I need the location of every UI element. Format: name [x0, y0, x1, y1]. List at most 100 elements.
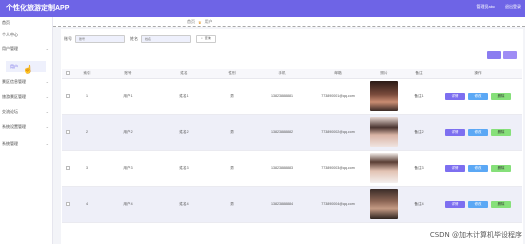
breadcrumb-home[interactable]: 首页: [187, 19, 195, 25]
cell-phone: 13823888882: [252, 114, 312, 151]
row-select-cell: [62, 114, 74, 151]
top-bar: 个性化旅游定制APP 管理员abc 退出登录: [0, 0, 525, 17]
table-row: 3 用户3 姓名3 男 13823888883 773890003@qq.com…: [62, 150, 522, 187]
edit-button[interactable]: 修改: [468, 92, 488, 100]
breadcrumb: 首页 ♛ 用户: [187, 19, 213, 25]
cell-index: 2: [74, 114, 100, 151]
cell-account: 用户3: [100, 150, 156, 187]
account-search-input[interactable]: [75, 34, 125, 43]
row-select-cell: [62, 186, 74, 223]
table-row: 2 用户2 姓名2 男 13823888882 773890002@qq.com…: [62, 114, 522, 151]
detail-button[interactable]: 详情: [445, 200, 465, 208]
table-row: 4 用户4 姓名4 男 13823888884 773890004@qq.com…: [62, 186, 522, 223]
cell-email: 773890003@qq.com: [312, 150, 364, 187]
cell-gender: 男: [212, 150, 252, 187]
chevron-down-icon: ⌄: [45, 94, 49, 99]
detail-button[interactable]: 详情: [445, 92, 465, 100]
chevron-down-icon: ⌄: [45, 109, 49, 114]
action-buttons: [487, 51, 517, 59]
sidebar-subitem-user[interactable]: 用户 ☝: [6, 61, 46, 74]
app-title: 个性化旅游定制APP: [6, 5, 70, 12]
sidebar-item-users[interactable]: 用户管理 ⌄: [0, 43, 53, 55]
breadcrumb-current: 用户: [204, 19, 213, 24]
detail-button[interactable]: 详情: [445, 164, 465, 172]
user-photo[interactable]: [370, 80, 398, 111]
row-checkbox[interactable]: [66, 93, 70, 98]
cell-email: 773890001@qq.com: [312, 78, 364, 115]
cell-actions: 详情 修改 删除: [434, 78, 522, 115]
sidebar-item-home[interactable]: 首页: [0, 17, 53, 29]
cell-photo: [364, 78, 404, 115]
cell-name: 姓名2: [156, 114, 212, 151]
user-table: 索引 账号 姓名 性别 手机 邮箱 照片 备注 操作 1 用户1 姓名1 男 1…: [62, 69, 522, 223]
main-content: 账号 姓名 ⌕ 查询 索引 账号 姓名 性别 手机 邮箱 照片 备注 操作: [61, 29, 523, 244]
watermark: CSDN @加木计算机毕设程序: [429, 231, 522, 239]
user-photo[interactable]: [370, 116, 398, 147]
account-label: 账号: [64, 35, 72, 41]
cell-account: 用户1: [100, 78, 156, 115]
chevron-down-icon: ⌄: [45, 46, 49, 51]
add-button[interactable]: [487, 51, 501, 59]
user-photo[interactable]: [370, 188, 398, 219]
edit-button[interactable]: 修改: [468, 200, 488, 208]
sidebar-item-scenic-info[interactable]: 景区信息管理 ⌄: [0, 76, 53, 88]
sidebar-item-system-settings[interactable]: 系统设置管理 ⌄: [0, 121, 53, 133]
cell-actions: 详情 修改 删除: [434, 186, 522, 223]
chevron-down-icon: ⌄: [45, 79, 49, 84]
search-icon: ⌕: [201, 36, 203, 40]
cell-email: 773890004@qq.com: [312, 186, 364, 223]
delete-button[interactable]: 删除: [491, 92, 511, 100]
cell-remark: 备注1: [404, 78, 434, 115]
name-search-input[interactable]: [141, 34, 191, 43]
edit-button[interactable]: 修改: [468, 128, 488, 136]
cell-name: 姓名1: [156, 78, 212, 115]
detail-button[interactable]: 详情: [445, 128, 465, 136]
header-account: 账号: [100, 69, 156, 79]
cell-actions: 详情 修改 删除: [434, 150, 522, 187]
row-select-cell: [62, 150, 74, 187]
select-all-header[interactable]: [62, 69, 74, 79]
cell-phone: 13823888884: [252, 186, 312, 223]
row-select-cell: [62, 78, 74, 115]
cell-phone: 13823888881: [252, 78, 312, 115]
search-button[interactable]: ⌕ 查询: [196, 34, 216, 43]
delete-button[interactable]: 删除: [491, 200, 511, 208]
tags-bar: 首页 ♛ 用户: [53, 17, 525, 27]
cell-index: 4: [74, 186, 100, 223]
header-photo: 照片: [364, 69, 404, 79]
header-name: 姓名: [156, 69, 212, 79]
delete-button[interactable]: 删除: [491, 128, 511, 136]
search-row: 账号 姓名 ⌕ 查询: [64, 34, 216, 43]
cell-photo: [364, 186, 404, 223]
sidebar-item-profile[interactable]: 个人中心: [0, 29, 53, 41]
admin-name[interactable]: 管理员abc: [477, 4, 495, 10]
cell-gender: 男: [212, 186, 252, 223]
cell-index: 3: [74, 150, 100, 187]
header-index: 索引: [74, 69, 100, 79]
select-all-checkbox[interactable]: [66, 70, 70, 75]
cell-remark: 备注4: [404, 186, 434, 223]
row-checkbox[interactable]: [66, 129, 70, 134]
cell-photo: [364, 114, 404, 151]
sidebar-item-tour-scenic[interactable]: 旅游景区管理 ⌄: [0, 91, 53, 103]
sidebar: 首页 个人中心 用户管理 ⌄ 用户 ☝ 景区信息管理 ⌄ 旅游景区管理 ⌄ 交流论坛 ⌄ …: [0, 17, 53, 244]
chevron-down-icon: ⌄: [45, 141, 49, 146]
row-checkbox[interactable]: [66, 165, 70, 170]
cell-name: 姓名3: [156, 150, 212, 187]
cell-remark: 备注2: [404, 114, 434, 151]
table-row: 1 用户1 姓名1 男 13823888881 773890001@qq.com…: [62, 78, 522, 115]
cell-phone: 13823888883: [252, 150, 312, 187]
logout-link[interactable]: 退出登录: [505, 4, 521, 10]
user-photo[interactable]: [370, 152, 398, 183]
row-checkbox[interactable]: [66, 201, 70, 206]
sidebar-item-system[interactable]: 系统管理 ⌄: [0, 138, 53, 150]
sidebar-item-forum[interactable]: 交流论坛 ⌄: [0, 106, 53, 118]
batch-delete-button[interactable]: [503, 51, 517, 59]
header-phone: 手机: [252, 69, 312, 79]
chevron-down-icon: ⌄: [45, 124, 49, 129]
header-remark: 备注: [404, 69, 434, 79]
cell-index: 1: [74, 78, 100, 115]
cell-name: 姓名4: [156, 186, 212, 223]
edit-button[interactable]: 修改: [468, 164, 488, 172]
delete-button[interactable]: 删除: [491, 164, 511, 172]
